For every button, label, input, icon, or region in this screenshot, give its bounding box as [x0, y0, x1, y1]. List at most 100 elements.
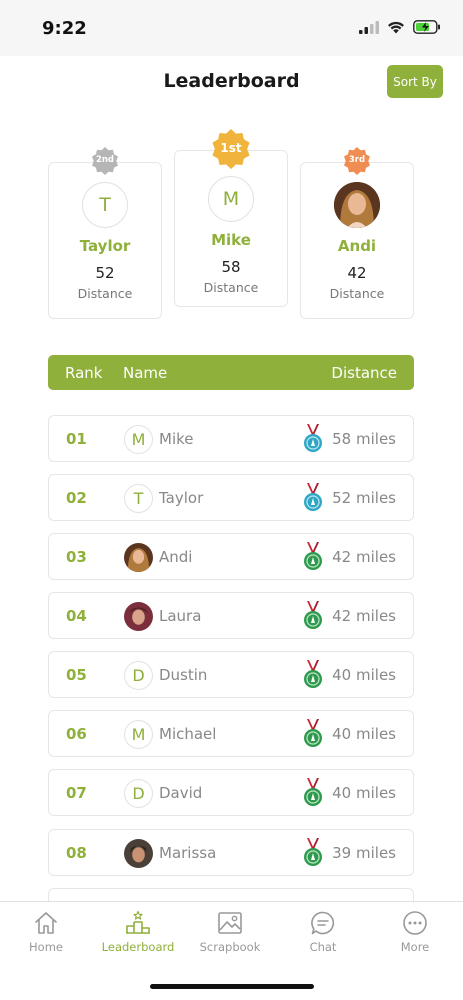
tab-chat[interactable]: Chat: [277, 910, 369, 954]
tab-label: Scrapbook: [199, 940, 261, 954]
podium-name: Taylor: [79, 237, 131, 255]
row-rank: 03: [66, 548, 87, 566]
status-bar: 9:22: [0, 0, 463, 56]
first-place-badge: 1st: [211, 129, 251, 173]
tab-home[interactable]: Home: [0, 910, 92, 954]
row-distance: 42 miles: [332, 548, 396, 566]
podium-unit: Distance: [77, 286, 133, 301]
green-medal-icon: [304, 660, 322, 688]
tab-more[interactable]: More: [369, 910, 461, 954]
green-medal-icon: [304, 542, 322, 570]
avatar: [124, 839, 153, 868]
row-rank: 01: [66, 430, 87, 448]
column-distance: Distance: [331, 364, 397, 382]
column-rank: Rank: [65, 364, 103, 382]
table-row[interactable]: 02 T Taylor 52 miles: [48, 474, 414, 521]
podium-name: Mike: [211, 231, 251, 249]
green-medal-icon: [304, 719, 322, 747]
podium-value: 52: [95, 264, 115, 282]
third-place-badge: 3rd: [343, 147, 371, 179]
avatar: D: [124, 661, 153, 690]
green-medal-icon: [304, 601, 322, 629]
row-distance: 42 miles: [332, 607, 396, 625]
profile-photo-icon: [124, 543, 153, 572]
row-name: Dustin: [159, 666, 208, 684]
status-icons: [359, 20, 441, 34]
tab-label: Leaderboard: [101, 940, 175, 954]
podium-unit: Distance: [329, 286, 385, 301]
badge-label: 1st: [220, 141, 242, 155]
row-name: Mike: [159, 430, 194, 448]
profile-photo-icon: [124, 839, 153, 868]
tab-leaderboard[interactable]: Leaderboard: [92, 910, 184, 954]
row-name: Marissa: [159, 844, 217, 862]
header: Leaderboard Sort By: [0, 56, 463, 112]
row-rank: 02: [66, 489, 87, 507]
podium-card-second[interactable]: T Taylor 52 Distance: [48, 162, 162, 319]
cellular-signal-icon: [359, 20, 379, 34]
home-indicator: [150, 984, 314, 989]
home-icon: [35, 912, 57, 934]
row-distance: 40 miles: [332, 666, 396, 684]
row-distance: 52 miles: [332, 489, 396, 507]
podium-icon: [126, 910, 150, 934]
podium-unit: Distance: [203, 280, 259, 295]
row-name: Taylor: [159, 489, 204, 507]
row-name: Andi: [159, 548, 193, 566]
avatar: M: [124, 720, 153, 749]
image-icon: [218, 912, 242, 934]
row-distance: 39 miles: [332, 844, 396, 862]
row-rank: 07: [66, 784, 87, 802]
profile-photo-icon: [334, 182, 380, 228]
avatar: T: [124, 484, 153, 513]
table-row[interactable]: 08 Marissa 39 miles: [48, 829, 414, 876]
badge-label: 3rd: [348, 155, 366, 165]
green-medal-icon: [304, 838, 322, 866]
tab-scrapbook[interactable]: Scrapbook: [184, 910, 276, 954]
second-place-badge: 2nd: [91, 147, 119, 179]
battery-charging-icon: [413, 20, 440, 34]
row-distance: 58 miles: [332, 430, 396, 448]
green-medal-icon: [304, 778, 322, 806]
row-name: Laura: [159, 607, 202, 625]
leaderboard-table-header: Rank Name Distance: [48, 355, 414, 390]
row-distance: 40 miles: [332, 784, 396, 802]
row-distance: 40 miles: [332, 725, 396, 743]
avatar: M: [208, 176, 254, 222]
avatar: [124, 602, 153, 631]
profile-photo-icon: [124, 602, 153, 631]
row-name: David: [159, 784, 203, 802]
podium-name: Andi: [337, 237, 377, 255]
more-icon: [403, 911, 427, 935]
badge-label: 2nd: [95, 155, 115, 165]
table-row[interactable]: 04 Laura 42 miles: [48, 592, 414, 639]
table-row[interactable]: 07 D David 40 miles: [48, 769, 414, 816]
avatar: T: [82, 182, 128, 228]
table-row[interactable]: 05 D Dustin 40 miles: [48, 651, 414, 698]
sort-by-button[interactable]: Sort By: [387, 65, 443, 98]
table-row[interactable]: 06 M Michael 40 miles: [48, 710, 414, 757]
row-rank: 05: [66, 666, 87, 684]
row-name: Michael: [159, 725, 217, 743]
tab-label: Chat: [309, 940, 337, 954]
chat-icon: [311, 911, 335, 935]
wifi-icon: [388, 21, 404, 34]
avatar: M: [124, 425, 153, 454]
column-name: Name: [123, 364, 168, 382]
table-row[interactable]: 01 M Mike 58 miles: [48, 415, 414, 462]
blue-medal-icon: [304, 483, 322, 511]
podium-value: 58: [221, 258, 241, 276]
row-rank: 06: [66, 725, 87, 743]
status-time: 9:22: [42, 18, 87, 39]
table-row[interactable]: 03 Andi 42 miles: [48, 533, 414, 580]
avatar: [334, 182, 380, 228]
podium-card-first[interactable]: M Mike 58 Distance: [174, 150, 288, 307]
row-rank: 04: [66, 607, 87, 625]
podium-value: 42: [347, 264, 367, 282]
row-rank: 08: [66, 844, 87, 862]
blue-medal-icon: [304, 424, 322, 452]
avatar: [124, 543, 153, 572]
podium-card-third[interactable]: Andi 42 Distance: [300, 162, 414, 319]
tab-label: Home: [29, 940, 63, 954]
tab-label: More: [400, 940, 430, 954]
